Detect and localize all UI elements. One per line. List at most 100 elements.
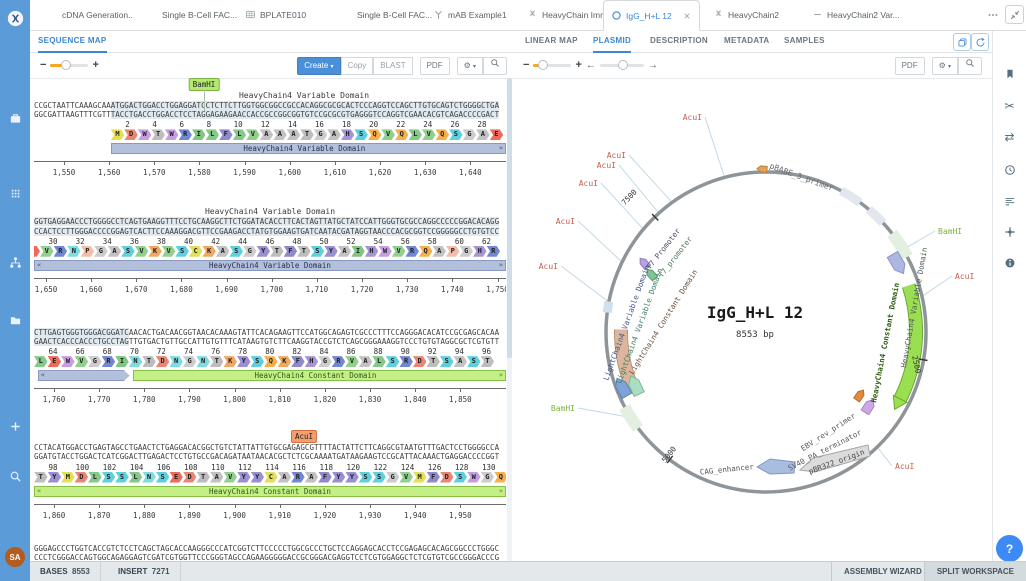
restriction-site-label-acui[interactable]: AcuI (597, 161, 616, 170)
aa-residue: Y (251, 472, 265, 483)
enzyme-leader-line (904, 231, 935, 249)
dna-top-strand[interactable]: CCGCTAATTCAAAGCAAATGGACTGGACCTGGAGGATCCT… (34, 101, 506, 110)
document-tab-bplate010[interactable]: BPLATE010 (238, 0, 313, 29)
aa-residue: Y (345, 472, 359, 483)
help-button[interactable]: ? (996, 535, 1023, 562)
copy-button[interactable]: Copy (341, 57, 374, 75)
dna-bottom-strand[interactable]: GGATGTACCTGGACTCATCGGACTTGAGACTCCTGTGCCG… (34, 452, 506, 461)
dna-top-strand[interactable]: GGGAGCCCTGGTCACCGTCTCCTCAGCTAGCACCAAGGGC… (34, 544, 506, 553)
zoom-in-button[interactable]: + (92, 58, 98, 72)
document-tab-heavychain2[interactable]: HeavyChain2 (706, 0, 786, 29)
pdf-button[interactable]: PDF (420, 57, 450, 75)
bookmark-icon[interactable] (993, 64, 1026, 84)
restriction-site-label-bamhi[interactable]: BamHI (938, 227, 962, 236)
zoom-out-button[interactable]: − (523, 58, 529, 72)
close-icon[interactable] (682, 11, 692, 21)
dna-top-strand[interactable]: CCTACATGGACCTGAGTAGCCTGAACTCTGAGGACACGGC… (34, 443, 506, 452)
nav-registry-icon[interactable] (0, 183, 30, 203)
settings-gear-button[interactable]: ⚙ ▾ (457, 57, 483, 75)
base-ruler: 1,6501,6601,6701,6801,6901,7001,7101,720… (34, 276, 506, 298)
plasmid-map[interactable]: 750025005000pBABE_3_primerT7 PromoterT7_… (513, 78, 992, 561)
blast-button[interactable]: BLAST (373, 57, 412, 75)
tab-overflow-icon[interactable] (987, 9, 999, 21)
enzyme-cut-site-badge[interactable]: AcuI (291, 430, 317, 443)
tab-sequence-map[interactable]: SEQUENCE MAP (38, 30, 107, 53)
ring-annotation-mark (607, 302, 609, 313)
amino-acid-track[interactable]: VRNPGASVKVSCKASGYTFTSYAIHWVRQAPGHR (34, 246, 506, 257)
create-button[interactable]: Create ▾ (297, 57, 340, 75)
document-tab-single-b-cell-fac-[interactable]: Single B-Cell FAC... (140, 0, 244, 29)
restriction-site-label-acui[interactable]: AcuI (539, 262, 558, 271)
search-button[interactable] (958, 57, 982, 75)
restriction-site-label-acui[interactable]: AcuI (556, 217, 575, 226)
dna-bottom-strand[interactable]: GGCGATTAAGTTTCGTTTACCTGACCTGGACCTCCTAGGA… (34, 110, 506, 119)
restriction-site-label-bamhi[interactable]: BamHI (551, 404, 575, 413)
version-history-button[interactable] (971, 33, 989, 51)
pdf-button[interactable]: PDF (895, 57, 925, 75)
digest-icon[interactable]: ✂ (993, 96, 1026, 116)
domain-annotation-bar[interactable]: HeavyChain4 Variable Domain» (111, 143, 506, 154)
tab-samples[interactable]: SAMPLES (784, 30, 825, 51)
annotation-track: «HeavyChain4 Constant Domain» (34, 370, 506, 382)
zoom-out-button[interactable]: − (40, 58, 46, 72)
history-icon[interactable] (993, 160, 1026, 180)
tab-linear-map[interactable]: LINEAR MAP (525, 30, 578, 51)
nav-projects-icon[interactable] (0, 310, 30, 330)
restriction-site-label-acui[interactable]: AcuI (607, 151, 626, 160)
feature-arrow-ebv_rev_primer[interactable] (854, 388, 867, 402)
dna-bottom-strand[interactable]: CCACTCCTTGGGACCCCGGAGTCACTTCCAAAGGACGTTC… (34, 227, 506, 236)
tab-plasmid[interactable]: PLASMID (593, 30, 631, 53)
restriction-site-label-acui[interactable]: AcuI (955, 272, 974, 281)
zoom-slider[interactable] (50, 58, 88, 72)
amino-acid-track[interactable]: MDWTWRILFLVAAATGAHSQVQLVQSGAE (34, 129, 506, 140)
tab-description[interactable]: DESCRIPTION (650, 30, 708, 51)
dna-bottom-strand[interactable]: GAACTCACCCACCCTGCCTAGTTGTGACTGTTGCCATTGT… (34, 337, 506, 346)
zoom-slider[interactable] (533, 58, 571, 72)
domain-annotation-bar[interactable]: «HeavyChain4 Constant Domain» (34, 486, 506, 497)
search-button[interactable] (483, 57, 507, 75)
settings-gear-button[interactable]: ⚙ ▾ (932, 57, 958, 75)
zoom-in-button[interactable]: + (575, 58, 581, 72)
domain-annotation-bar[interactable]: HeavyChain4 Constant Domain» (133, 370, 506, 381)
app-logo-icon[interactable] (0, 8, 30, 28)
primers-icon[interactable] (993, 222, 1026, 242)
restriction-site-label-acui[interactable]: AcuI (683, 113, 702, 122)
rotate-left-icon[interactable]: ← (586, 60, 596, 71)
user-avatar[interactable]: SA (5, 547, 25, 567)
restriction-site-label-acui[interactable]: AcuI (579, 179, 598, 188)
sequence-map[interactable]: BamHIHeavyChain4 Variable DomainCCGCTAAT… (34, 78, 506, 561)
amino-acid-track[interactable]: LEWVGRINTDNGNTKYSQKFHGRVALSRDTSAST (34, 356, 506, 367)
aa-residue: D (124, 129, 138, 140)
domain-annotation-bar[interactable]: « (38, 370, 130, 381)
translations-icon[interactable]: ⇄ (993, 127, 1026, 147)
document-tab-cdna-generation-[interactable]: cDNA Generation.. (40, 0, 140, 29)
aa-residue: D (183, 472, 197, 483)
restriction-site-label-acui[interactable]: AcuI (895, 462, 914, 471)
aa-residue: C (264, 472, 278, 483)
dna-bottom-strand[interactable]: CCCTCGGGACCAGTGGCAGAGGAGTCGATCGTGGTTCCCG… (34, 553, 506, 561)
dna-top-strand[interactable]: GGTGAGGAACCCTGGGGCCTCAGTGAAGGTTTCCTGCAAG… (34, 217, 506, 226)
left-scrollbar[interactable] (507, 78, 512, 561)
plasmid-panel: LINEAR MAP PLASMID DESCRIPTION METADATA SAMP… (513, 30, 992, 561)
nav-workflows-icon[interactable] (0, 252, 30, 272)
nav-toolbox-icon[interactable] (0, 108, 30, 128)
document-tab-mab-example1[interactable]: mAB Example1 (426, 0, 514, 29)
rotate-right-icon[interactable]: → (648, 60, 658, 71)
collapse-workspace-button[interactable] (1005, 5, 1024, 24)
rotation-slider[interactable] (600, 58, 644, 72)
nav-search-icon[interactable] (0, 466, 30, 486)
document-tab-single-b-cell-fac-[interactable]: Single B-Cell FAC... (335, 0, 439, 29)
duplicate-view-button[interactable] (953, 33, 971, 51)
tab-metadata[interactable]: METADATA (724, 30, 770, 51)
split-workspace-button[interactable]: SPLIT WORKSPACE (924, 562, 1026, 581)
document-tab-heavychain2-var-[interactable]: HeavyChain2 Var... (805, 0, 907, 29)
info-icon[interactable] (993, 253, 1026, 273)
alignments-icon[interactable] (993, 191, 1026, 211)
domain-annotation-bar[interactable]: «HeavyChain4 Variable Domain» (34, 260, 506, 271)
amino-acid-track[interactable]: TYMDLSSLNSEDTAVYYCARAFYYSSGVMFDSWGQ (34, 472, 506, 483)
nav-create-icon[interactable] (0, 416, 30, 436)
dna-top-strand[interactable]: CTTGAGTGGGTGGGACGGATCAACACTGACAACGGTAACA… (34, 328, 506, 337)
document-tab-igg-h-l-12[interactable]: IgG_H+L 12 (603, 0, 700, 31)
aa-residue: N (67, 246, 81, 257)
aa-residue: S (311, 246, 325, 257)
